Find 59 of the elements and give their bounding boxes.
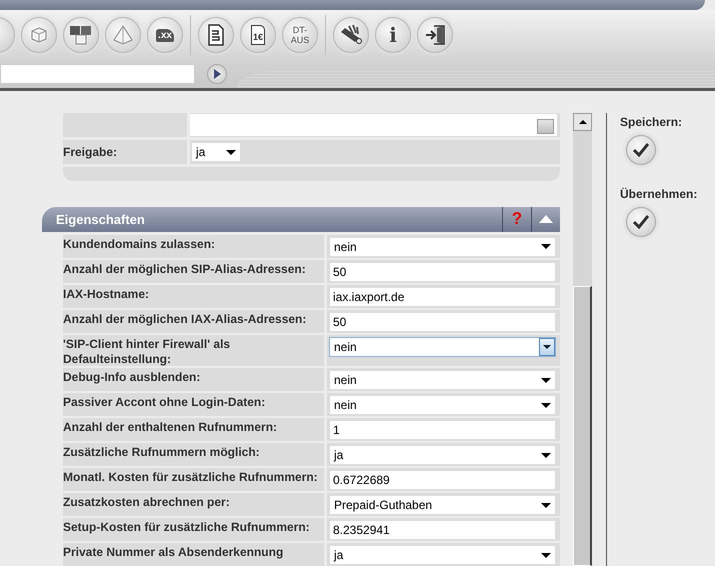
confirm-button[interactable]	[626, 135, 656, 165]
form-label: IAX-Hostname:	[63, 284, 324, 308]
form-label: 'SIP-Client hinter Firewall' als Defaulteinstellung:	[63, 334, 324, 366]
list-field[interactable]	[190, 114, 557, 136]
form-label: Freigabe:	[63, 140, 187, 164]
checkmark-icon	[633, 215, 649, 229]
form-label: Anzahl der enthaltenen Rufnummern:	[63, 418, 324, 441]
form-label: Private Nummer als Absenderkennung	[63, 543, 324, 566]
info-button[interactable]: i	[375, 17, 411, 53]
play-icon	[213, 69, 221, 79]
document-icon	[207, 24, 225, 46]
form-label: Debug-Info ausblenden:	[63, 368, 324, 391]
action-label: Übernehmen:	[620, 187, 698, 201]
input-field[interactable]: 1	[329, 420, 556, 440]
pyramid-icon	[112, 24, 134, 46]
toolbar-button[interactable]	[333, 17, 369, 53]
dropdown-field[interactable]: Prepaid-Guthaben	[329, 495, 556, 515]
form-label: Zusatzkosten abrechnen per:	[63, 493, 324, 516]
domain-icon: .xx	[156, 28, 174, 42]
dropdown-field[interactable]: nein	[329, 395, 556, 415]
input-field[interactable]: 50	[329, 312, 556, 332]
scroll-up-button[interactable]	[573, 113, 592, 131]
form-label: Passiver Accont ohne Login-Daten:	[63, 393, 324, 416]
toolbar-button[interactable]: .xx	[147, 17, 183, 53]
dropdown-field[interactable]: nein	[329, 236, 556, 257]
dropdown-field[interactable]: ja	[329, 545, 556, 565]
form-label: Anzahl der möglichen IAX-Alias-Adressen:	[63, 310, 324, 333]
search-field[interactable]	[0, 64, 195, 84]
form-label: Zusätzliche Rufnummern möglich:	[63, 443, 324, 466]
dropdown-field[interactable]: nein	[329, 336, 556, 357]
toolbar-button[interactable]: 1€	[240, 17, 276, 53]
dropdown-field[interactable]: ja	[191, 142, 241, 162]
form-label: Kundendomains zulassen:	[63, 234, 324, 258]
go-button[interactable]	[207, 64, 227, 84]
exit-icon	[424, 24, 446, 46]
input-field[interactable]: 50	[329, 262, 556, 282]
dropdown-field[interactable]: ja	[329, 445, 556, 465]
form-label: Setup-Kosten für zusätzliche Rufnummern:	[63, 518, 324, 541]
dropdown-field[interactable]: nein	[329, 370, 556, 390]
confirm-button[interactable]	[626, 207, 656, 237]
label-icon: DT-AUS	[287, 25, 313, 45]
triangle-up-icon	[539, 215, 553, 224]
scrollbar[interactable]	[573, 113, 592, 566]
toolbar-button[interactable]	[63, 17, 99, 53]
toolbar-button[interactable]: DT-AUS	[282, 17, 318, 53]
toolbar-button[interactable]	[198, 17, 234, 53]
cube-icon	[29, 25, 49, 45]
exit-button[interactable]	[417, 17, 453, 53]
section-title: Eigenschaften	[55, 210, 146, 229]
invoice-icon: 1€	[250, 25, 265, 45]
input-field[interactable]: 0.6722689	[329, 470, 556, 490]
form-label: Anzahl der möglichen SIP-Alias-Adressen:	[63, 260, 324, 283]
checkmark-icon	[633, 143, 649, 157]
action-label: Speichern:	[620, 115, 682, 129]
input-field[interactable]: iax.iaxport.de	[329, 286, 556, 307]
tools-icon	[339, 24, 363, 46]
form-label: Monatl. Kosten für zusätzliche Rufnummern:	[63, 468, 324, 491]
cubes-icon	[68, 24, 94, 46]
input-field[interactable]: 8.2352941	[329, 520, 556, 540]
